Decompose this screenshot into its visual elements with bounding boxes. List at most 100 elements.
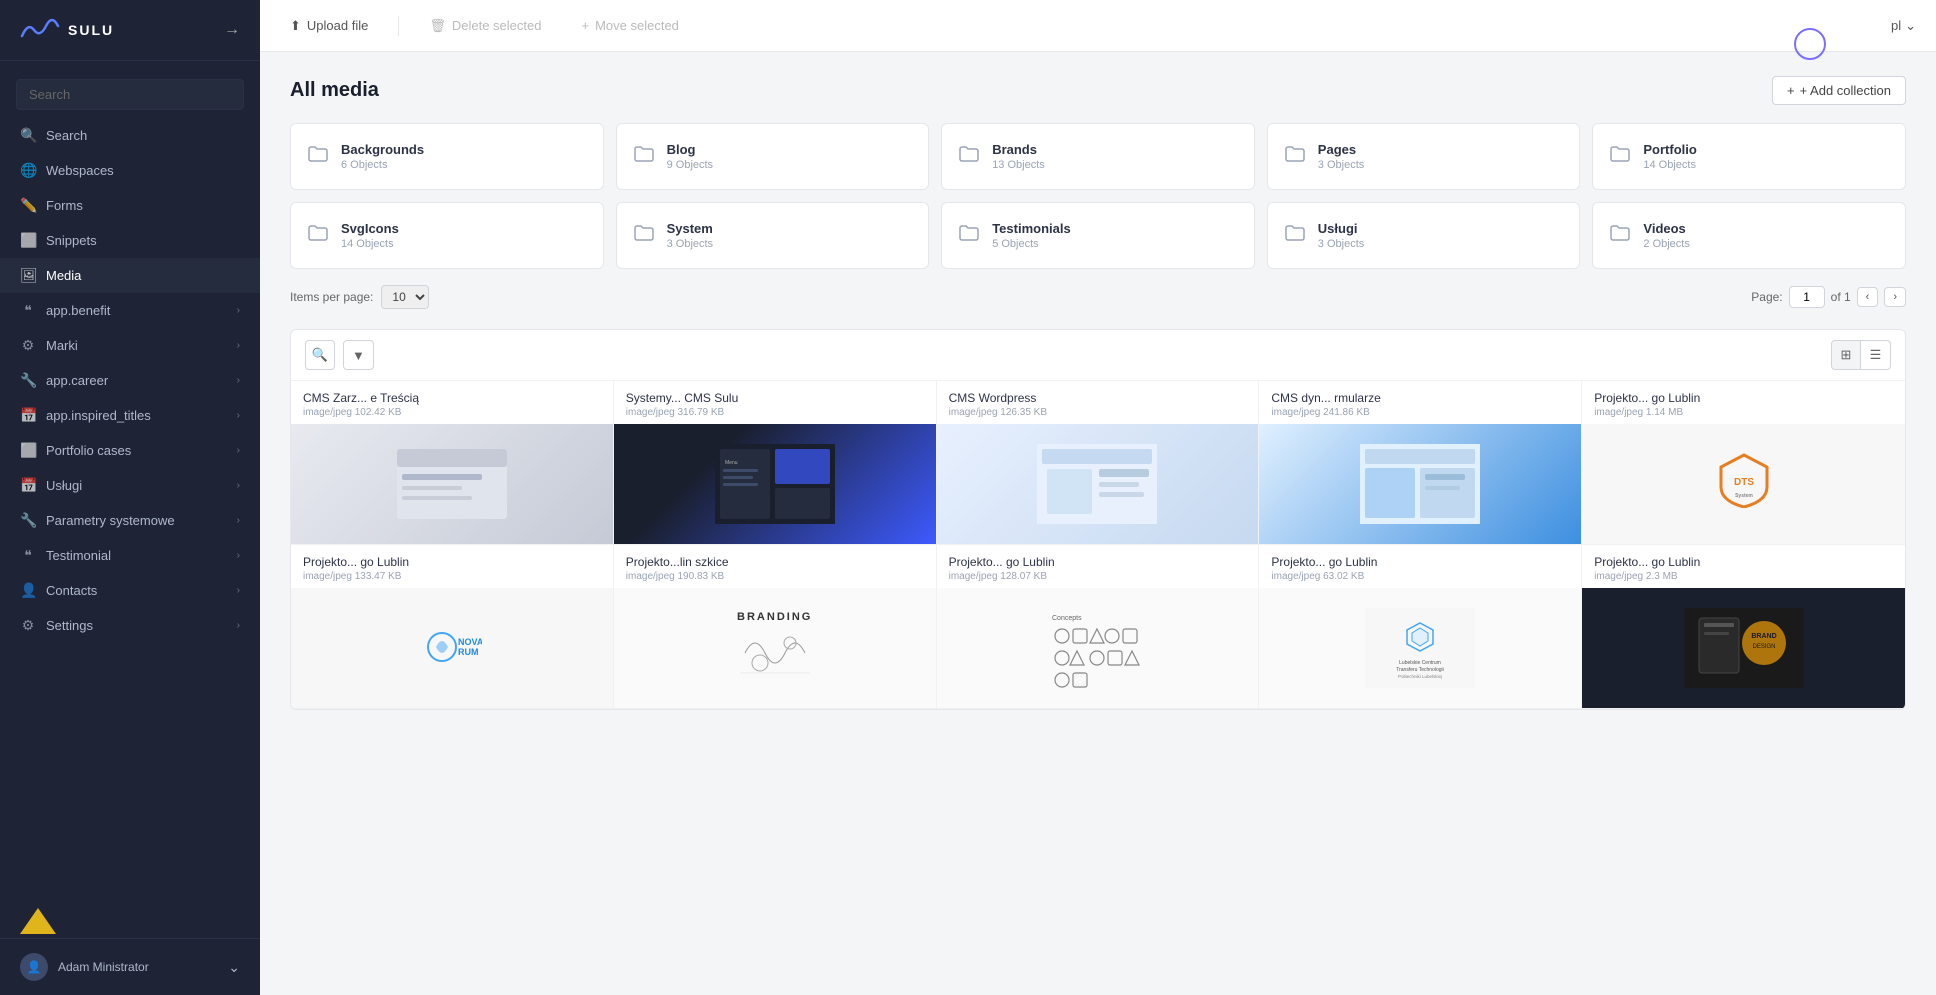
media-search-button[interactable]: 🔍 xyxy=(305,340,335,370)
upload-label: Upload file xyxy=(307,18,368,33)
nav-label-snippets: Snippets xyxy=(46,233,97,248)
folder-videos[interactable]: Videos 2 Objects xyxy=(1592,202,1906,269)
prev-page-button[interactable]: ‹ xyxy=(1857,287,1879,307)
media-grid: CMS Zarz... e Treścią image/jpeg 102.42 … xyxy=(291,381,1905,709)
media-item[interactable]: Projekto... go Lublin image/jpeg 2.3 MB … xyxy=(1582,545,1905,709)
chevron-right-icon5: › xyxy=(237,445,240,456)
app-name: SULU xyxy=(68,22,114,38)
media-item-meta: image/jpeg 241.86 KB xyxy=(1271,407,1569,418)
folder-backgrounds[interactable]: Backgrounds 6 Objects xyxy=(290,123,604,190)
toolbar-separator1 xyxy=(398,16,399,36)
media-item-name: Projekto... go Lublin xyxy=(949,555,1247,569)
media-item-name: Projekto... go Lublin xyxy=(303,555,601,569)
folder-icon xyxy=(1284,143,1306,171)
svg-text:BRAND: BRAND xyxy=(1751,633,1776,640)
move-selected-button[interactable]: + Move selected xyxy=(571,12,688,39)
media-item[interactable]: Projekto... go Lublin image/jpeg 63.02 K… xyxy=(1259,545,1582,709)
folder-system[interactable]: System 3 Objects xyxy=(616,202,930,269)
language-selector[interactable]: pl ⌄ xyxy=(1891,18,1916,34)
sidebar-item-webspaces[interactable]: 🌐 Webspaces xyxy=(0,153,260,188)
sidebar-item-forms[interactable]: ✏️ Forms xyxy=(0,188,260,223)
folder-brands[interactable]: Brands 13 Objects xyxy=(941,123,1255,190)
add-collection-label: + Add collection xyxy=(1800,83,1891,98)
sidebar-item-uslugi[interactable]: 📅 Usługi › xyxy=(0,468,260,503)
folder-count: 14 Objects xyxy=(1643,159,1889,171)
media-item[interactable]: CMS Zarz... e Treścią image/jpeg 102.42 … xyxy=(291,381,614,545)
folder-testimonials[interactable]: Testimonials 5 Objects xyxy=(941,202,1255,269)
sidebar-item-search[interactable]: 🔍 Search xyxy=(0,118,260,153)
sidebar-item-testimonial[interactable]: ❝ Testimonial › xyxy=(0,538,260,573)
logout-icon[interactable]: → xyxy=(224,21,240,39)
user-menu-icon[interactable]: ⌄ xyxy=(228,959,240,976)
media-item-meta: image/jpeg 190.83 KB xyxy=(626,571,924,582)
folder-uslugi[interactable]: Usługi 3 Objects xyxy=(1267,202,1581,269)
list-view-button[interactable]: ☰ xyxy=(1861,340,1891,370)
folder-icon xyxy=(633,222,655,250)
snippet-icon: ⬜ xyxy=(20,232,36,249)
media-item[interactable]: Projekto...lin szkice image/jpeg 190.83 … xyxy=(614,545,937,709)
media-item-meta: image/jpeg 133.47 KB xyxy=(303,571,601,582)
folder-blog[interactable]: Blog 9 Objects xyxy=(616,123,930,190)
sidebar-item-media[interactable]: 🖼 Media xyxy=(0,258,260,293)
gear-icon: ⚙ xyxy=(20,337,36,354)
media-icon: 🖼 xyxy=(20,267,36,284)
next-page-button[interactable]: › xyxy=(1884,287,1906,307)
media-item[interactable]: CMS dyn... rmularze image/jpeg 241.86 KB xyxy=(1259,381,1582,545)
folder-name: Usługi xyxy=(1318,221,1564,236)
media-thumbnail xyxy=(937,424,1259,544)
folder-icon xyxy=(1609,143,1631,171)
sidebar-item-contacts[interactable]: 👤 Contacts › xyxy=(0,573,260,608)
nav-label-marki: Marki xyxy=(46,338,78,353)
sidebar-item-marki[interactable]: ⚙ Marki › xyxy=(0,328,260,363)
testimonial-icon: ❝ xyxy=(20,547,36,564)
chevron-right-icon7: › xyxy=(237,515,240,526)
folder-icon xyxy=(307,222,329,250)
sidebar-item-app-benefit[interactable]: ❝ app.benefit › xyxy=(0,293,260,328)
folder-grid: Backgrounds 6 Objects Blog 9 Objects B xyxy=(290,123,1906,269)
sulu-wave-icon xyxy=(20,18,60,42)
items-per-page: Items per page: 10 25 50 xyxy=(290,285,429,309)
folder-portfolio[interactable]: Portfolio 14 Objects xyxy=(1592,123,1906,190)
media-item[interactable]: Projekto... go Lublin image/jpeg 133.47 … xyxy=(291,545,614,709)
media-item[interactable]: CMS Wordpress image/jpeg 126.35 KB xyxy=(937,381,1260,545)
folder-svgicons[interactable]: SvgIcons 14 Objects xyxy=(290,202,604,269)
sidebar-item-parametry[interactable]: 🔧 Parametry systemowe › xyxy=(0,503,260,538)
folder-icon xyxy=(633,143,655,171)
nav-label-contacts: Contacts xyxy=(46,583,97,598)
media-filter-button[interactable]: ▼ xyxy=(343,340,374,370)
sidebar-item-settings[interactable]: ⚙ Settings › xyxy=(0,608,260,643)
settings-icon: ⚙ xyxy=(20,617,36,634)
nav-label-testimonial: Testimonial xyxy=(46,548,111,563)
media-item-meta: image/jpeg 63.02 KB xyxy=(1271,571,1569,582)
wrench-icon: 🔧 xyxy=(20,372,36,389)
folder-name: Portfolio xyxy=(1643,142,1889,157)
folder-count: 14 Objects xyxy=(341,238,587,250)
media-item-name: Projekto... go Lublin xyxy=(1271,555,1569,569)
folder-name: Brands xyxy=(992,142,1238,157)
sidebar-item-snippets[interactable]: ⬜ Snippets xyxy=(0,223,260,258)
add-collection-button[interactable]: + + Add collection xyxy=(1772,76,1906,105)
sidebar-nav: 🔍 Search 🌐 Webspaces ✏️ Forms ⬜ Snippets xyxy=(0,61,260,900)
main-content: ⬆ Upload file 🗑 Delete selected + Move s… xyxy=(260,0,1936,995)
folder-count: 3 Objects xyxy=(1318,238,1564,250)
delete-selected-button[interactable]: 🗑 Delete selected xyxy=(419,12,551,40)
folder-pages[interactable]: Pages 3 Objects xyxy=(1267,123,1581,190)
sidebar-item-app-career[interactable]: 🔧 app.career › xyxy=(0,363,260,398)
search-input[interactable] xyxy=(16,79,244,110)
folder-count: 6 Objects xyxy=(341,159,587,171)
media-item[interactable]: Systemy... CMS Sulu image/jpeg 316.79 KB… xyxy=(614,381,937,545)
folder-icon xyxy=(1284,222,1306,250)
sidebar-item-app-inspired[interactable]: 📅 app.inspired_titles › xyxy=(0,398,260,433)
page-input[interactable] xyxy=(1789,286,1825,308)
grid-view-button[interactable]: ⊞ xyxy=(1831,340,1861,370)
media-item[interactable]: Projekto... go Lublin image/jpeg 1.14 MB… xyxy=(1582,381,1905,545)
nav-label-portfolio: Portfolio cases xyxy=(46,443,131,458)
svg-text:DTS: DTS xyxy=(1734,477,1754,488)
folder-count: 9 Objects xyxy=(667,159,913,171)
search-icon2: 🔍 xyxy=(312,347,328,363)
upload-file-button[interactable]: ⬆ Upload file xyxy=(280,12,378,40)
media-item[interactable]: Projekto... go Lublin image/jpeg 128.07 … xyxy=(937,545,1260,709)
sidebar-item-portfolio[interactable]: ⬜ Portfolio cases › xyxy=(0,433,260,468)
items-per-page-select[interactable]: 10 25 50 xyxy=(381,285,429,309)
folder-icon xyxy=(958,143,980,171)
